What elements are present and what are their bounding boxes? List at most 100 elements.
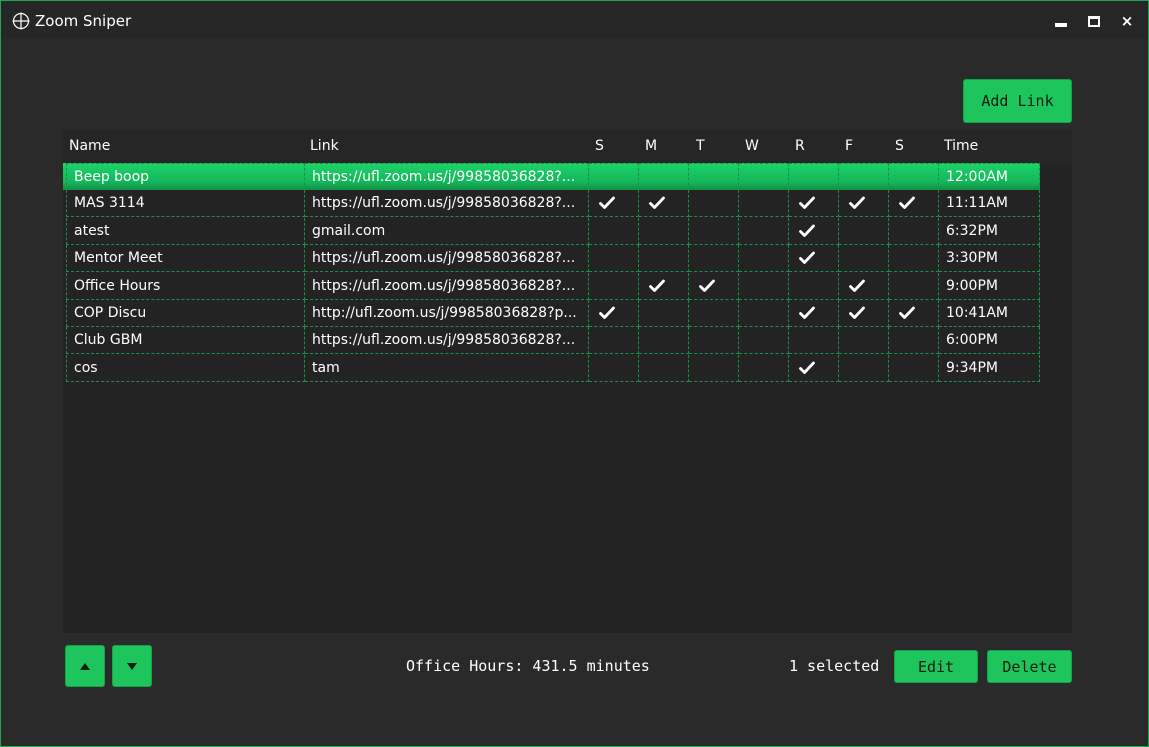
minimize-icon [1055, 23, 1067, 27]
day-cell-thursday [789, 300, 839, 327]
checkmark-icon [849, 279, 865, 292]
checkmark-icon [799, 361, 815, 374]
name-text: atest [74, 223, 110, 239]
day-cell-monday [639, 300, 689, 327]
checkmark-icon [799, 251, 815, 264]
name-text: cos [74, 360, 98, 376]
day-cell-saturday [889, 273, 939, 300]
triangle-up-icon [80, 662, 90, 670]
day-cell-thursday [789, 163, 839, 190]
duration-status: Office Hours: 431.5 minutes [406, 657, 650, 675]
add-link-button[interactable]: Add Link [963, 79, 1072, 123]
day-cell-friday [839, 245, 889, 272]
day-cell-wednesday [739, 218, 789, 245]
table-row[interactable]: MAS 3114 https://ufl.zoom.us/j/9985803682… [63, 190, 1040, 217]
time-text: 11:11AM [946, 195, 1009, 211]
name-cell: Club GBM [66, 327, 305, 354]
day-cell-thursday [789, 218, 839, 245]
selected-count: 1 selected [789, 657, 880, 675]
day-cell-tuesday [689, 355, 739, 382]
minimize-button[interactable] [1050, 10, 1072, 32]
name-text: Mentor Meet [74, 250, 163, 266]
links-table[interactable]: Name Link S M T W R F S Time Beep boop ht… [63, 129, 1072, 633]
day-cell-tuesday [689, 190, 739, 217]
time-cell: 3:30PM [939, 245, 1040, 272]
day-cell-tuesday [689, 327, 739, 354]
column-header-thursday[interactable]: R [795, 138, 805, 154]
edit-button[interactable]: Edit [894, 650, 978, 683]
time-cell: 11:11AM [939, 190, 1040, 217]
column-header-sunday[interactable]: S [595, 138, 604, 154]
column-header-saturday[interactable]: S [895, 138, 904, 154]
window-title: Zoom Sniper [35, 12, 132, 30]
time-cell: 9:00PM [939, 273, 1040, 300]
column-header-monday[interactable]: M [645, 138, 657, 154]
delete-button[interactable]: Delete [987, 650, 1072, 683]
column-header-link[interactable]: Link [310, 138, 339, 154]
time-text: 9:00PM [946, 278, 998, 294]
name-text: Beep boop [74, 169, 150, 185]
day-cell-friday [839, 327, 889, 354]
day-cell-saturday [889, 218, 939, 245]
day-cell-friday [839, 163, 889, 190]
name-cell: Office Hours [66, 273, 305, 300]
checkmark-icon [799, 306, 815, 319]
link-cell: http://ufl.zoom.us/j/99858036828?p... [305, 300, 589, 327]
day-cell-wednesday [739, 245, 789, 272]
table-row[interactable]: COP Discu http://ufl.zoom.us/j/9985803682… [63, 300, 1040, 327]
day-cell-sunday [589, 355, 639, 382]
column-header-friday[interactable]: F [845, 138, 853, 154]
day-cell-sunday [589, 163, 639, 190]
day-cell-sunday [589, 245, 639, 272]
day-cell-friday [839, 300, 889, 327]
day-cell-sunday [589, 327, 639, 354]
time-text: 3:30PM [946, 250, 998, 266]
title-bar[interactable]: Zoom Sniper × [1, 1, 1148, 39]
move-down-button[interactable] [112, 645, 152, 687]
day-cell-monday [639, 273, 689, 300]
day-cell-tuesday [689, 218, 739, 245]
day-cell-friday [839, 190, 889, 217]
table-row[interactable]: cos tam 9:34PM [63, 355, 1040, 382]
checkmark-icon [649, 279, 665, 292]
table-row[interactable]: Mentor Meet https://ufl.zoom.us/j/9985803… [63, 245, 1040, 272]
column-header-wednesday[interactable]: W [745, 138, 759, 154]
day-cell-thursday [789, 190, 839, 217]
link-text: tam [312, 360, 340, 376]
column-header-tuesday[interactable]: T [696, 138, 705, 154]
link-text: https://ufl.zoom.us/j/99858036828?... [312, 250, 576, 266]
day-cell-monday [639, 190, 689, 217]
table-row[interactable]: Beep boop https://ufl.zoom.us/j/998580368… [63, 163, 1040, 190]
link-cell: https://ufl.zoom.us/j/99858036828?... [305, 273, 589, 300]
day-cell-saturday [889, 355, 939, 382]
checkmark-icon [899, 306, 915, 319]
table-row[interactable]: Office Hours https://ufl.zoom.us/j/998580… [63, 273, 1040, 300]
link-cell: https://ufl.zoom.us/j/99858036828?... [305, 327, 589, 354]
table-row[interactable]: Club GBM https://ufl.zoom.us/j/9985803682… [63, 327, 1040, 354]
triangle-down-icon [127, 662, 137, 670]
column-header-time[interactable]: Time [944, 138, 978, 154]
maximize-button[interactable] [1083, 10, 1105, 32]
day-cell-monday [639, 218, 689, 245]
maximize-icon [1088, 15, 1100, 27]
name-cell: Mentor Meet [66, 245, 305, 272]
time-cell: 6:32PM [939, 218, 1040, 245]
close-button[interactable]: × [1116, 10, 1138, 32]
checkmark-icon [649, 196, 665, 209]
day-cell-saturday [889, 163, 939, 190]
time-text: 6:00PM [946, 332, 998, 348]
checkmark-icon [849, 306, 865, 319]
time-text: 9:34PM [946, 360, 998, 376]
table-header: Name Link S M T W R F S Time [63, 129, 1072, 163]
day-cell-wednesday [739, 273, 789, 300]
name-cell: Beep boop [66, 163, 305, 190]
day-cell-thursday [789, 355, 839, 382]
table-row[interactable]: atest gmail.com 6:32PM [63, 218, 1040, 245]
crosshair-icon [12, 12, 30, 30]
link-cell: https://ufl.zoom.us/j/99858036828?... [305, 163, 589, 190]
move-up-button[interactable] [65, 645, 105, 687]
checkmark-icon [699, 279, 715, 292]
checkmark-icon [849, 196, 865, 209]
column-header-name[interactable]: Name [69, 138, 110, 154]
time-text: 10:41AM [946, 305, 1009, 321]
